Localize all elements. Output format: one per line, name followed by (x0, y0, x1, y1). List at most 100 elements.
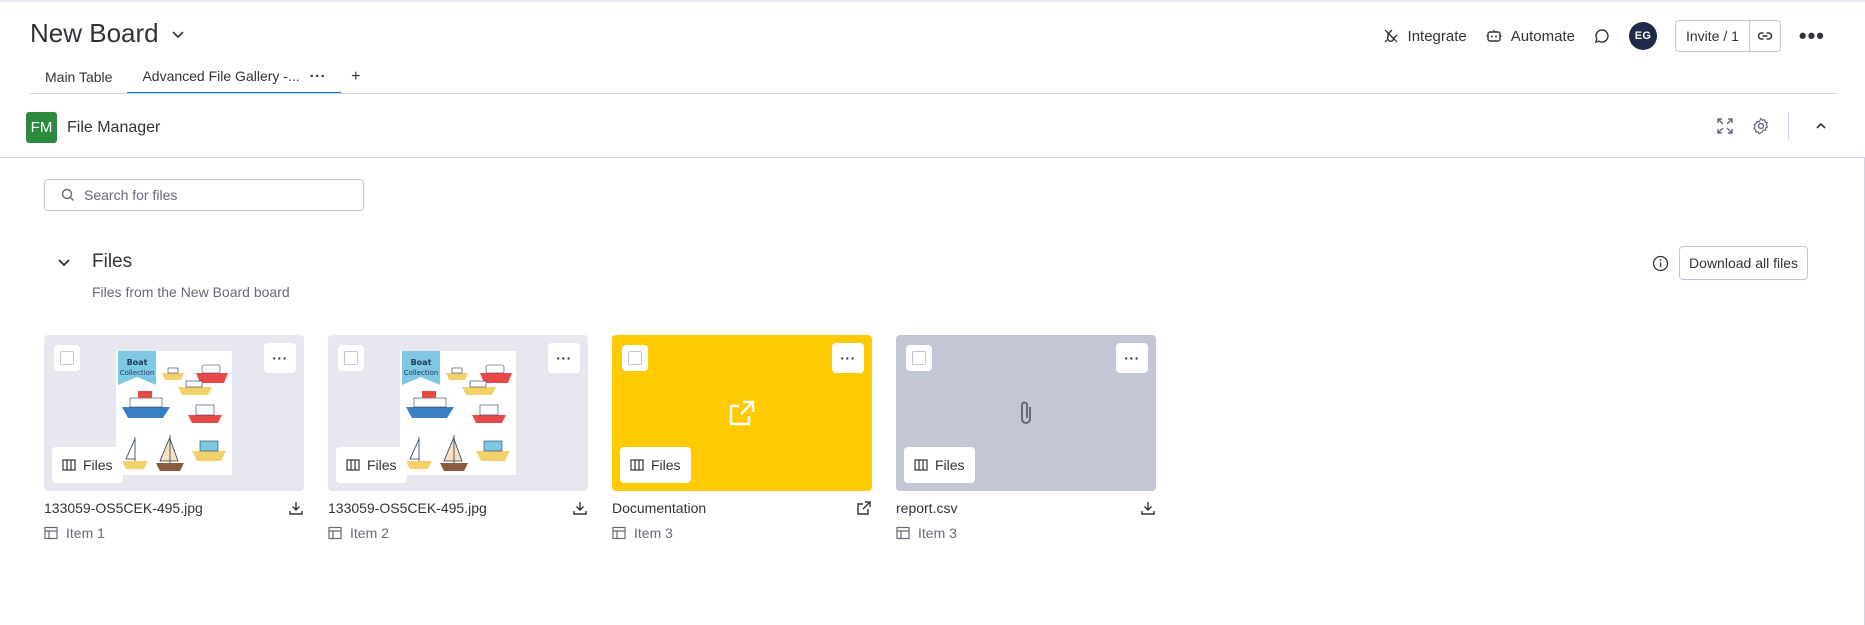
download-icon[interactable] (1140, 500, 1156, 516)
file-thumbnail[interactable]: ··· Files (896, 335, 1156, 491)
svg-text:Boat: Boat (127, 358, 148, 367)
tab-main-table[interactable]: Main Table (30, 69, 127, 93)
card-menu-button[interactable]: ··· (548, 343, 580, 373)
automate-button[interactable]: Automate (1485, 27, 1575, 45)
file-meta: report.csv (896, 499, 1156, 517)
invite-label[interactable]: Invite / 1 (1676, 21, 1750, 51)
automate-label: Automate (1510, 27, 1575, 45)
robot-icon (1486, 30, 1502, 42)
search-icon (61, 188, 74, 201)
avatar-initials: EG (1634, 30, 1652, 42)
column-icon (62, 459, 76, 471)
tab-advanced-file-gallery[interactable]: Advanced File Gallery -... ··· (127, 68, 341, 94)
app-header: FM File Manager (26, 112, 160, 143)
item-link[interactable]: Item 3 (896, 525, 1156, 541)
select-checkbox[interactable] (54, 345, 80, 371)
file-name[interactable]: 133059-OS5CEK-495.jpg (44, 500, 203, 516)
svg-text:Collection: Collection (120, 369, 155, 377)
top-border (0, 0, 1865, 2)
card-menu-button[interactable]: ··· (1116, 343, 1148, 373)
link-icon (1757, 32, 1773, 40)
files-column-chip[interactable]: Files (620, 447, 691, 483)
files-chip-label: Files (367, 457, 397, 473)
file-thumbnail[interactable]: Boat Collection ··· Files (328, 335, 588, 491)
download-all-button[interactable]: Download all files (1679, 246, 1808, 280)
select-checkbox[interactable] (338, 345, 364, 371)
app-logo-text: FM (30, 119, 53, 136)
download-icon[interactable] (288, 500, 304, 516)
paperclip-icon (1021, 401, 1031, 424)
tab-menu-icon[interactable]: ··· (310, 68, 327, 85)
external-link-icon (729, 400, 755, 426)
search-box[interactable] (44, 179, 364, 211)
invite-button[interactable]: Invite / 1 (1674, 20, 1781, 52)
app-name: File Manager (67, 118, 161, 136)
file-meta: 133059-OS5CEK-495.jpg (44, 499, 304, 517)
settings-gear-icon[interactable] (1752, 117, 1770, 135)
file-card[interactable]: Boat Collection ··· Files 133059-OS5CEK-… (44, 335, 304, 541)
external-link-icon[interactable] (856, 500, 872, 516)
svg-text:Collection: Collection (404, 369, 439, 377)
file-name[interactable]: report.csv (896, 500, 957, 516)
chat-bubble-icon[interactable] (1593, 27, 1611, 45)
file-thumbnail[interactable]: ··· Files (612, 335, 872, 491)
tabs-divider (30, 93, 1837, 94)
chevron-down-icon[interactable] (56, 254, 72, 270)
item-name: Item 2 (350, 525, 389, 541)
download-icon[interactable] (572, 500, 588, 516)
view-tabs: Main Table Advanced File Gallery -... ···… (30, 60, 370, 94)
tab-label: Main Table (45, 69, 113, 85)
chevron-up-icon (1816, 122, 1826, 129)
card-menu-button[interactable]: ··· (832, 343, 864, 373)
files-chip-label: Files (651, 457, 681, 473)
download-all-label: Download all files (1689, 255, 1798, 271)
files-column-chip[interactable]: Files (52, 447, 123, 483)
item-link[interactable]: Item 2 (328, 525, 588, 541)
card-menu-button[interactable]: ··· (264, 343, 296, 373)
section-title: Files (92, 251, 133, 272)
svg-text:Boat: Boat (411, 358, 432, 367)
files-chip-label: Files (935, 457, 965, 473)
files-column-chip[interactable]: Files (904, 447, 975, 483)
board-title-text: New Board (30, 18, 159, 48)
item-icon (612, 526, 626, 540)
app-logo: FM (26, 112, 57, 143)
item-icon (44, 526, 58, 540)
file-meta: 133059-OS5CEK-495.jpg (328, 499, 588, 517)
collapse-button[interactable] (1807, 112, 1835, 140)
item-name: Item 1 (66, 525, 105, 541)
file-thumbnail[interactable]: Boat Collection ··· Files (44, 335, 304, 491)
select-checkbox[interactable] (906, 345, 932, 371)
file-card[interactable]: Boat Collection ··· Files 133059-OS5CEK-… (328, 335, 588, 541)
divider (1788, 112, 1789, 140)
add-view-button[interactable]: + (341, 68, 370, 93)
column-icon (914, 459, 928, 471)
item-link[interactable]: Item 3 (612, 525, 872, 541)
files-column-chip[interactable]: Files (336, 447, 407, 483)
file-name[interactable]: Documentation (612, 500, 706, 516)
copy-link-button[interactable] (1750, 21, 1780, 51)
header-actions: Integrate Automate EG Invite / 1 ••• (1382, 20, 1825, 52)
column-icon (630, 459, 644, 471)
column-icon (346, 459, 360, 471)
info-icon[interactable] (1652, 255, 1669, 272)
item-link[interactable]: Item 1 (44, 525, 304, 541)
file-card[interactable]: ··· Files Documentation Item 3 (612, 335, 872, 541)
app-header-divider (0, 157, 1865, 158)
avatar[interactable]: EG (1628, 22, 1657, 50)
section-actions: Download all files (1652, 246, 1808, 280)
files-chip-label: Files (83, 457, 113, 473)
boat-collection-image: Boat Collection (116, 351, 232, 475)
search-input[interactable] (84, 187, 344, 203)
section-subtitle: Files from the New Board board (92, 284, 290, 300)
fullscreen-icon[interactable] (1716, 117, 1734, 135)
board-title[interactable]: New Board (30, 18, 187, 49)
chevron-down-icon[interactable] (169, 25, 187, 43)
integrate-button[interactable]: Integrate (1382, 27, 1467, 45)
file-name[interactable]: 133059-OS5CEK-495.jpg (328, 500, 487, 516)
select-checkbox[interactable] (622, 345, 648, 371)
plug-icon (1384, 29, 1398, 43)
file-card[interactable]: ··· Files report.csv Item 3 (896, 335, 1156, 541)
item-icon (328, 526, 342, 540)
more-options-icon[interactable]: ••• (1799, 25, 1825, 47)
